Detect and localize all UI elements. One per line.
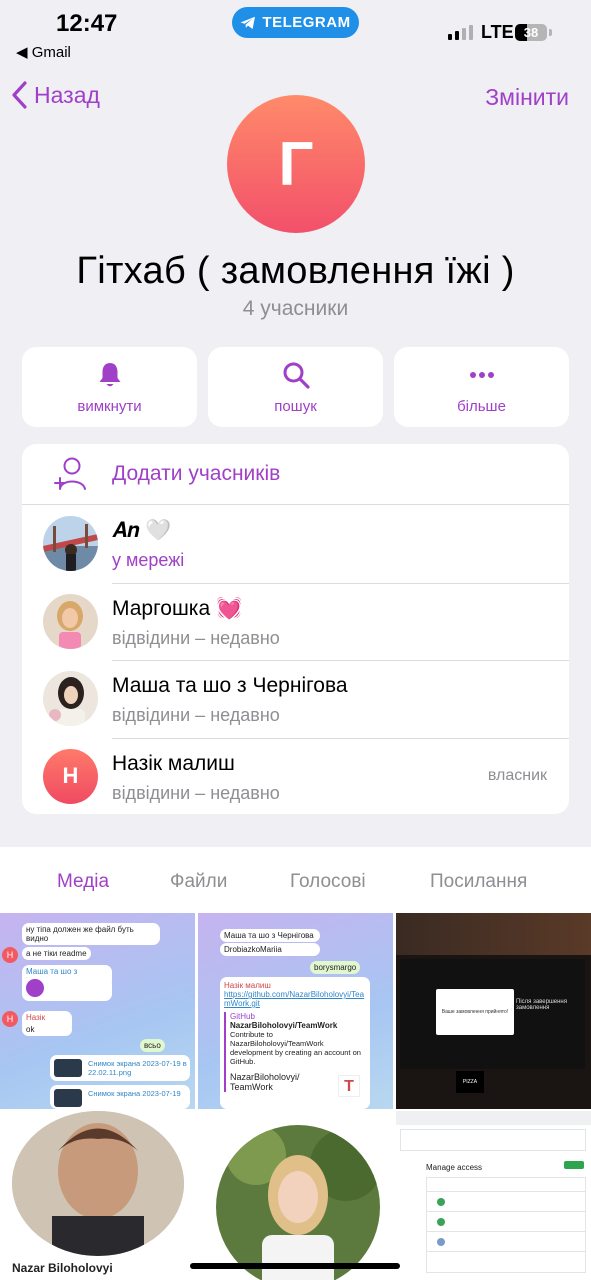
tab-voice[interactable]: Голосові [290,871,366,893]
clock: 12:47 [56,10,118,37]
signal-icon [448,25,473,40]
media-thumbnail[interactable]: Nazar Biloholovyi [0,1111,195,1280]
more-button[interactable]: більше [394,347,569,427]
member-name: Маша та шо з Чернігова [112,674,348,697]
file-bubble: Снимок экрана 2023-07-19 в 22.02.11.png [50,1055,190,1081]
member-status: відвідини – недавно [112,627,280,648]
divider [112,737,569,739]
battery-level: 38 [523,25,539,40]
add-user-icon [54,457,86,490]
telegram-pill[interactable]: TELEGRAM [232,7,359,38]
chat-bubble: Маша та шо з Чернігова [220,929,320,942]
divider [112,582,569,584]
chat-bubble: ну тіпа должен же файл буть видно [22,923,160,945]
group-subtitle: 4 учасники [242,297,349,320]
group-avatar[interactable]: Г [227,95,365,233]
back-button[interactable]: Назад [10,80,100,110]
group-title: Гітхаб ( замовлення їжі ) [76,250,515,292]
search-icon [283,362,310,389]
member-status: у мережі [112,550,185,570]
media-thumbnail[interactable]: Маша та шо з Чернігова DrobiazkoMariia b… [198,913,393,1109]
photo-caption: Nazar Biloholovyi [12,1261,113,1275]
battery-tip [549,29,552,36]
member-name: 𝑨𝒏 🤍 [112,519,172,542]
more-icon [469,371,494,378]
chat-bubble: ok [22,1023,72,1036]
link-preview: Назік малиш https://github.com/NazarBilo… [220,977,370,1109]
chat-bubble: всьо [140,1039,165,1052]
search-label: пошук [274,397,317,415]
home-indicator [190,1263,400,1269]
media-tabs: Медіа Файли Голосові Посилання [0,847,591,913]
voice-message [22,977,112,1001]
more-label: більше [457,397,506,415]
tab-links[interactable]: Посилання [430,871,527,893]
edit-button[interactable]: Змінити [485,84,569,111]
media-thumbnail[interactable] [198,1111,393,1280]
chevron-left-icon [12,81,27,109]
chat-bubble: DrobiazkoMariia [220,943,320,956]
battery-icon: 38 [515,24,547,41]
media-thumbnail[interactable]: ну тіпа должен же файл буть видно Н а не… [0,913,195,1109]
member-avatar: Н [43,748,98,804]
member-status: відвідини – недавно [112,782,280,803]
media-thumbnail[interactable]: Manage access [396,1111,591,1280]
members-card: Додати учасників 𝑨𝒏 🤍 у мережі Маргошка … [22,444,569,814]
add-members-label: Додати учасників [112,462,281,485]
member-row[interactable]: Н Назік малиш відвідини – недавно власни… [22,737,569,815]
member-row[interactable]: Маргошка 💓 відвідини – недавно [22,582,569,661]
chat-bubble: а не тіки readme [22,947,91,960]
media-thumbnail[interactable]: Ваше замовлення прийнято! Після завершен… [396,913,591,1109]
divider [112,660,569,661]
member-avatar [43,593,98,649]
back-label: Назад [34,81,100,108]
owner-badge: власник [487,766,547,784]
telegram-plane-icon [240,16,256,29]
add-members-button[interactable]: Додати учасників [22,444,569,505]
mute-button[interactable]: вимкнути [22,347,197,427]
chat-bubble: borysmargo [310,961,361,974]
member-avatar-letter: Н [62,763,79,788]
member-avatar [43,671,98,726]
back-to-app-link[interactable]: ◀ Gmail [16,43,71,61]
action-buttons: вимкнути пошук більше [22,347,569,427]
media-grid: ну тіпа должен же файл буть видно Н а не… [0,913,591,1280]
search-button[interactable]: пошук [208,347,383,427]
tab-files[interactable]: Файли [170,871,227,893]
network-type: LTE [481,22,514,42]
tab-media[interactable]: Медіа [57,871,109,893]
status-bar: 12:47 ◀ Gmail TELEGRAM LTE 38 [0,0,591,64]
member-row[interactable]: Маша та шо з Чернігова відвідини – недав… [22,660,569,738]
member-status: відвідини – недавно [112,705,280,725]
file-bubble: Снимок экрана 2023-07-19 [50,1085,190,1109]
group-avatar-letter: Г [278,129,314,199]
member-row[interactable]: 𝑨𝒏 🤍 у мережі [22,505,569,583]
bell-icon [99,362,120,386]
member-avatar [43,516,98,571]
member-name: Назік малиш [112,751,235,775]
mute-label: вимкнути [77,397,142,415]
telegram-pill-label: TELEGRAM [262,14,351,31]
member-name: Маргошка 💓 [112,596,243,620]
